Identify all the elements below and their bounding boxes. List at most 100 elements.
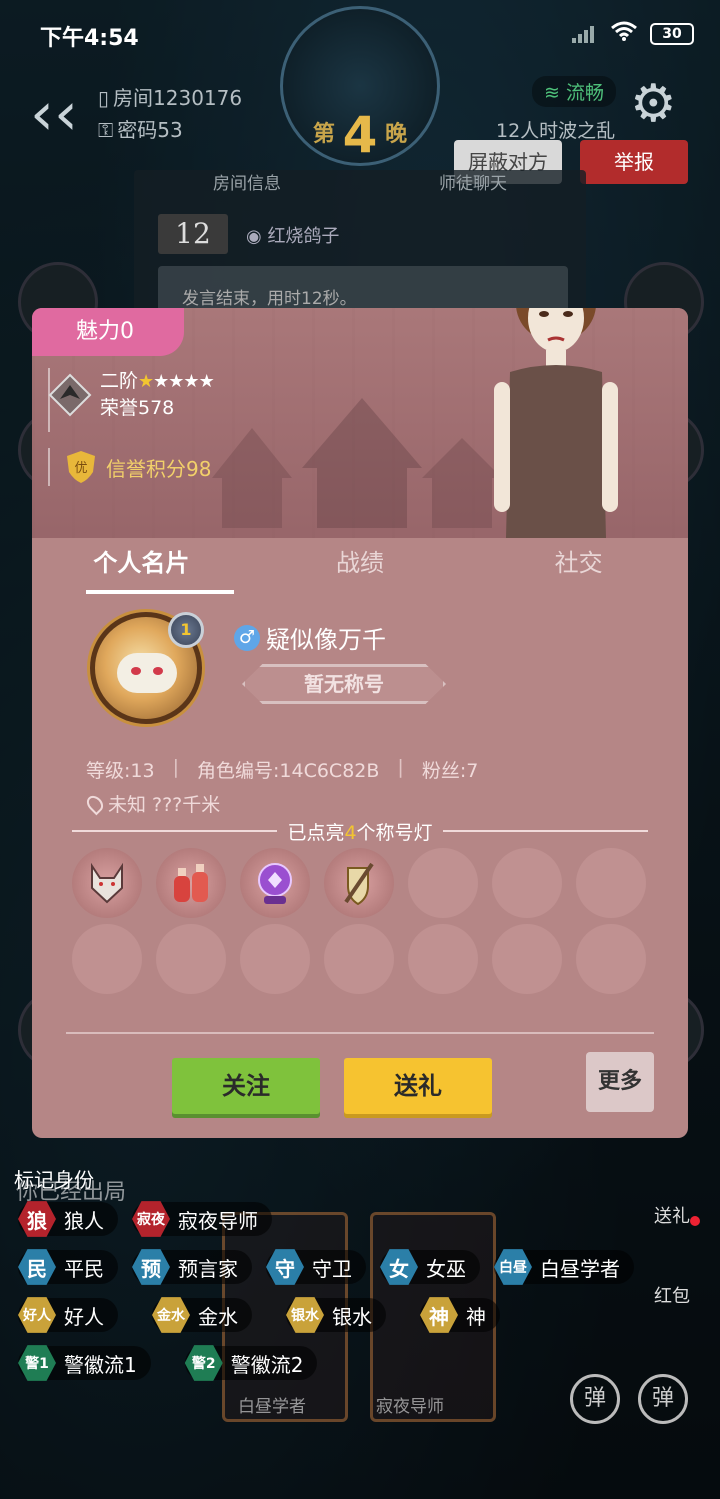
silver-water-icon: 银水 <box>286 1297 324 1333</box>
mark-silver-water[interactable]: 银水 银水 <box>286 1297 386 1333</box>
village-background <box>212 398 502 528</box>
mark-badge-flow-1[interactable]: 警1 警徽流1 <box>18 1345 151 1381</box>
danmu-toggle-icon[interactable]: 弹 <box>638 1374 688 1424</box>
tab-records[interactable]: 战绩 <box>251 538 470 598</box>
red-packet-button[interactable]: 红包 <box>654 1282 690 1308</box>
tab-social[interactable]: 社交 <box>469 538 688 598</box>
god-icon: 神 <box>420 1297 458 1333</box>
mark-row-good: 民平民 预预言家 守守卫 女女巫 白昼 白昼学者 <box>18 1249 634 1285</box>
gear-icon[interactable]: ⚙ <box>630 78 677 130</box>
mark-identity-panel: 你已经出局 白昼学者 寂夜导师 标记身份 狼狼人 寂夜 寂夜导师 民平民 预预言家… <box>0 1160 720 1499</box>
battery-icon: 30 <box>650 23 694 45</box>
connection-status: ≋ 流畅 <box>532 76 616 107</box>
mark-guard[interactable]: 守守卫 <box>266 1249 366 1285</box>
mark-night-mentor[interactable]: 寂夜 寂夜导师 <box>132 1201 272 1237</box>
seat-number: 12 <box>158 214 228 254</box>
distance: ???千米 <box>152 794 221 816</box>
title-lamp-empty <box>576 848 646 918</box>
title-lamp-empty <box>240 924 310 994</box>
mark-villager[interactable]: 民平民 <box>18 1249 118 1285</box>
mark-row-wolf: 狼狼人 寂夜 寂夜导师 <box>18 1201 272 1237</box>
witch-icon: 女 <box>380 1249 418 1285</box>
mark-witch[interactable]: 女女巫 <box>380 1249 480 1285</box>
title-lamp-empty <box>324 924 394 994</box>
send-gift-button[interactable]: 送礼 <box>344 1058 492 1114</box>
title-lamps-header: 已点亮4个称号灯 <box>72 818 648 844</box>
tab-mentor-chat[interactable]: 师徒聊天 <box>360 170 586 198</box>
mark-good-person[interactable]: 好人 好人 <box>18 1297 118 1333</box>
mark-day-scholar[interactable]: 白昼 白昼学者 <box>494 1249 634 1285</box>
gold-water-icon: 金水 <box>152 1297 190 1333</box>
danmu-edit-icon[interactable]: 弹 <box>570 1374 620 1424</box>
back-icon[interactable]: ‹‹ <box>30 84 78 144</box>
room-number: 房间1230176 <box>113 86 243 110</box>
character-illustration <box>494 308 618 538</box>
good-person-icon: 好人 <box>18 1297 56 1333</box>
mark-row-status: 好人 好人 金水 金水 银水 银水 神神 <box>18 1297 500 1333</box>
charm-badge: 魅力0 <box>32 308 184 356</box>
fans-count: 粉丝:7 <box>421 760 479 782</box>
title-lamp[interactable] <box>324 848 394 918</box>
stats-row: 等级:13 | 角色编号:14C6C82B | 粉丝:7 <box>86 756 479 782</box>
location-row: 未知 ???千米 <box>83 790 221 817</box>
male-icon: ♂ <box>234 624 260 651</box>
crystal-ball-icon <box>250 858 300 908</box>
notification-dot <box>690 1216 700 1226</box>
location: 未知 <box>108 794 147 816</box>
title-lamp[interactable] <box>240 848 310 918</box>
night-counter: 第 4 晚 <box>312 106 408 164</box>
profile-card: 魅力0 二阶★★★★★ 荣誉578 优 信誉积分98 个人名片 战绩 社交 1 … <box>32 308 688 1138</box>
report-button[interactable]: 举报 <box>580 140 688 184</box>
follow-button[interactable]: 关注 <box>172 1058 320 1114</box>
more-button[interactable]: 更多 <box>586 1052 654 1112</box>
guard-icon: 守 <box>266 1249 304 1285</box>
room-info: ▯ 房间1230176 ⚿ 密码53 <box>98 82 242 146</box>
title-lamp-empty <box>72 924 142 994</box>
clock: 下午4:54 <box>40 26 139 51</box>
title-lamp[interactable] <box>156 848 226 918</box>
mark-werewolf[interactable]: 狼狼人 <box>18 1201 118 1237</box>
shield-icon: 优 <box>67 451 95 483</box>
werewolf-icon: 狼 <box>18 1201 56 1237</box>
title-plate: 暂无称号 <box>242 664 446 704</box>
speaker-name: ◉ 红烧鸽子 <box>246 226 340 247</box>
title-lamp-empty <box>408 848 478 918</box>
role-id: 角色编号:14C6C82B <box>197 760 380 782</box>
rank-wolf-icon <box>48 373 92 416</box>
divider <box>66 1032 654 1034</box>
mark-badge-flow-2[interactable]: 警2 警徽流2 <box>184 1345 318 1381</box>
title-lamp[interactable] <box>72 848 142 918</box>
profile-tabs: 个人名片 战绩 社交 <box>32 538 688 598</box>
night-mentor-icon: 寂夜 <box>132 1201 170 1237</box>
side-gift-button[interactable]: 送礼 <box>654 1202 690 1228</box>
mark-god[interactable]: 神神 <box>420 1297 500 1333</box>
role-card-label: 白昼学者 <box>238 1397 306 1417</box>
mark-identity-title: 标记身份 <box>14 1168 94 1192</box>
day-scholar-icon: 白昼 <box>494 1249 532 1285</box>
title-lamp-grid <box>72 848 652 994</box>
title-lamp-empty <box>408 924 478 994</box>
room-icon: ▯ <box>98 86 110 110</box>
potion-icon <box>166 858 216 908</box>
mark-seer[interactable]: 预预言家 <box>132 1249 252 1285</box>
badge-flow-1-icon: 警1 <box>18 1345 56 1381</box>
divider <box>48 448 50 486</box>
key-icon: ⚿ <box>98 118 114 142</box>
game-mode: 12人时波之乱 <box>496 120 616 142</box>
avatar-level-badge: 1 <box>168 612 204 648</box>
nickname: 疑似像万千 <box>266 626 386 654</box>
tab-room-info[interactable]: 房间信息 <box>134 170 360 198</box>
tab-profile-card[interactable]: 个人名片 <box>32 538 251 598</box>
role-card-label: 寂夜导师 <box>376 1397 444 1417</box>
wolf-icon <box>82 858 132 908</box>
wifi-small-icon: ≋ <box>544 82 560 104</box>
active-tab-indicator <box>86 590 234 594</box>
rank-stars: ★★★★★ <box>138 371 215 392</box>
signal-icon <box>572 25 598 43</box>
honor-points: 荣誉578 <box>100 397 175 419</box>
rank-info: 二阶★★★★★ 荣誉578 <box>48 368 215 421</box>
badge-flow-2-icon: 警2 <box>184 1345 223 1381</box>
location-pin-icon <box>83 792 107 815</box>
villager-icon: 民 <box>18 1249 56 1285</box>
mark-gold-water[interactable]: 金水 金水 <box>152 1297 252 1333</box>
